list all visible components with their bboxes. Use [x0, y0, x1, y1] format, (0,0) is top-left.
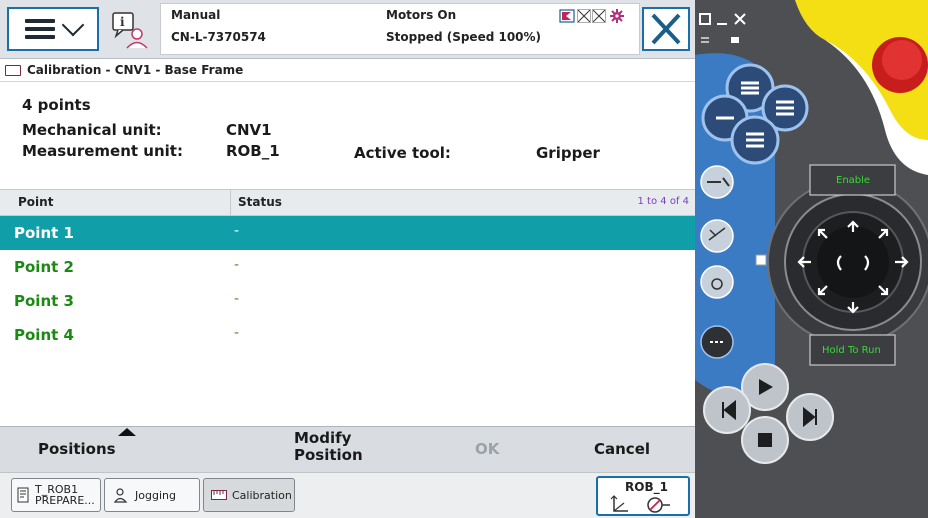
point-status: - [234, 223, 240, 239]
top-bar: i Manual CN-L-7370574 Motors On Stopped … [0, 0, 695, 59]
point-name: Point 4 [14, 326, 74, 344]
point-status: - [234, 257, 240, 273]
point-name: Point 3 [14, 292, 74, 310]
svg-text:i: i [120, 15, 125, 29]
mechanical-unit-icons [577, 9, 606, 23]
cancel-button[interactable]: Cancel [594, 441, 650, 458]
task-t-rob1-label: T_ROB1 PREPARE... [35, 484, 95, 506]
event-log-icon[interactable]: i [110, 10, 150, 50]
points-count: 4 points [22, 96, 91, 114]
window-title: Calibration - CNV1 - Base Frame [27, 63, 244, 77]
table-row[interactable]: Point 4 - [0, 318, 695, 352]
point-status: - [234, 325, 240, 341]
task-jogging[interactable]: Jogging [104, 478, 200, 512]
enable-button[interactable]: Enable [836, 175, 870, 186]
pendant-hardware-graphic [695, 0, 928, 518]
hold-to-run-button[interactable]: Hold To Run [822, 345, 881, 356]
active-tool-label: Active tool: [354, 144, 451, 162]
status-panel[interactable]: Manual CN-L-7370574 Motors On Stopped (S… [160, 3, 640, 55]
task-subtitle: PREPARE... [35, 494, 95, 507]
quickset-mechanical-unit-button[interactable]: ROB_1 [596, 476, 690, 516]
task-t-rob1[interactable]: T_ROB1 PREPARE... [11, 478, 101, 512]
measurement-unit-label: Measurement unit: [22, 142, 183, 160]
flexpendant-device: Enable Hold To Run [695, 0, 928, 518]
controller-name: CN-L-7370574 [171, 30, 266, 44]
active-tool-value: Gripper [536, 144, 600, 162]
table-row[interactable]: Point 1 - [0, 216, 695, 250]
task-calibration[interactable]: Calibration [203, 478, 295, 512]
point-name: Point 1 [14, 224, 74, 242]
flexpendant-screen: i Manual CN-L-7370574 Motors On Stopped … [0, 0, 695, 518]
hamburger-icon [25, 19, 55, 39]
main-menu-button[interactable] [7, 7, 99, 51]
table-row[interactable]: Point 2 - [0, 250, 695, 284]
motors-state: Motors On [386, 8, 457, 22]
program-state: Stopped (Speed 100%) [386, 30, 542, 44]
menu-up-arrow-icon [118, 428, 136, 436]
task-bar: T_ROB1 PREPARE... Jogging Calibration RO… [0, 472, 695, 518]
ok-button[interactable]: OK [475, 441, 499, 458]
run-mode-icon [559, 9, 575, 23]
coordinate-system-icon [610, 495, 670, 513]
program-icon [17, 487, 29, 503]
calibration-window-icon [5, 64, 21, 76]
calibration-icon [211, 490, 227, 500]
close-button[interactable] [642, 7, 690, 51]
chevron-down-icon [61, 13, 85, 37]
task-calibration-label: Calibration [232, 488, 292, 502]
mechanical-unit-name: ROB_1 [625, 480, 668, 494]
measurement-unit-value: ROB_1 [226, 142, 280, 160]
close-icon [651, 13, 681, 45]
mechanical-unit-label: Mechanical unit: [22, 121, 162, 139]
points-list: Point 1 - Point 2 - Point 3 - Point 4 - [0, 216, 695, 352]
positions-button[interactable]: Positions [38, 441, 116, 458]
row-range: 1 to 4 of 4 [637, 196, 689, 207]
point-name: Point 2 [14, 258, 74, 276]
table-row[interactable]: Point 3 - [0, 284, 695, 318]
task-jogging-label: Jogging [135, 488, 176, 502]
mechanical-unit-value: CNV1 [226, 121, 272, 139]
operating-mode: Manual [171, 8, 221, 22]
column-divider [230, 190, 231, 215]
window-title-bar: Calibration - CNV1 - Base Frame [0, 59, 695, 82]
modify-position-button[interactable]: Modify Position [294, 430, 363, 464]
modify-position-line1: Modify [294, 429, 352, 447]
table-header: Point Status 1 to 4 of 4 [0, 189, 695, 216]
jogging-icon [113, 488, 128, 503]
point-status: - [234, 291, 240, 307]
column-header-point: Point [18, 195, 54, 209]
modify-position-line2: Position [294, 446, 363, 464]
gear-icon [610, 9, 624, 23]
column-header-status: Status [238, 195, 282, 209]
